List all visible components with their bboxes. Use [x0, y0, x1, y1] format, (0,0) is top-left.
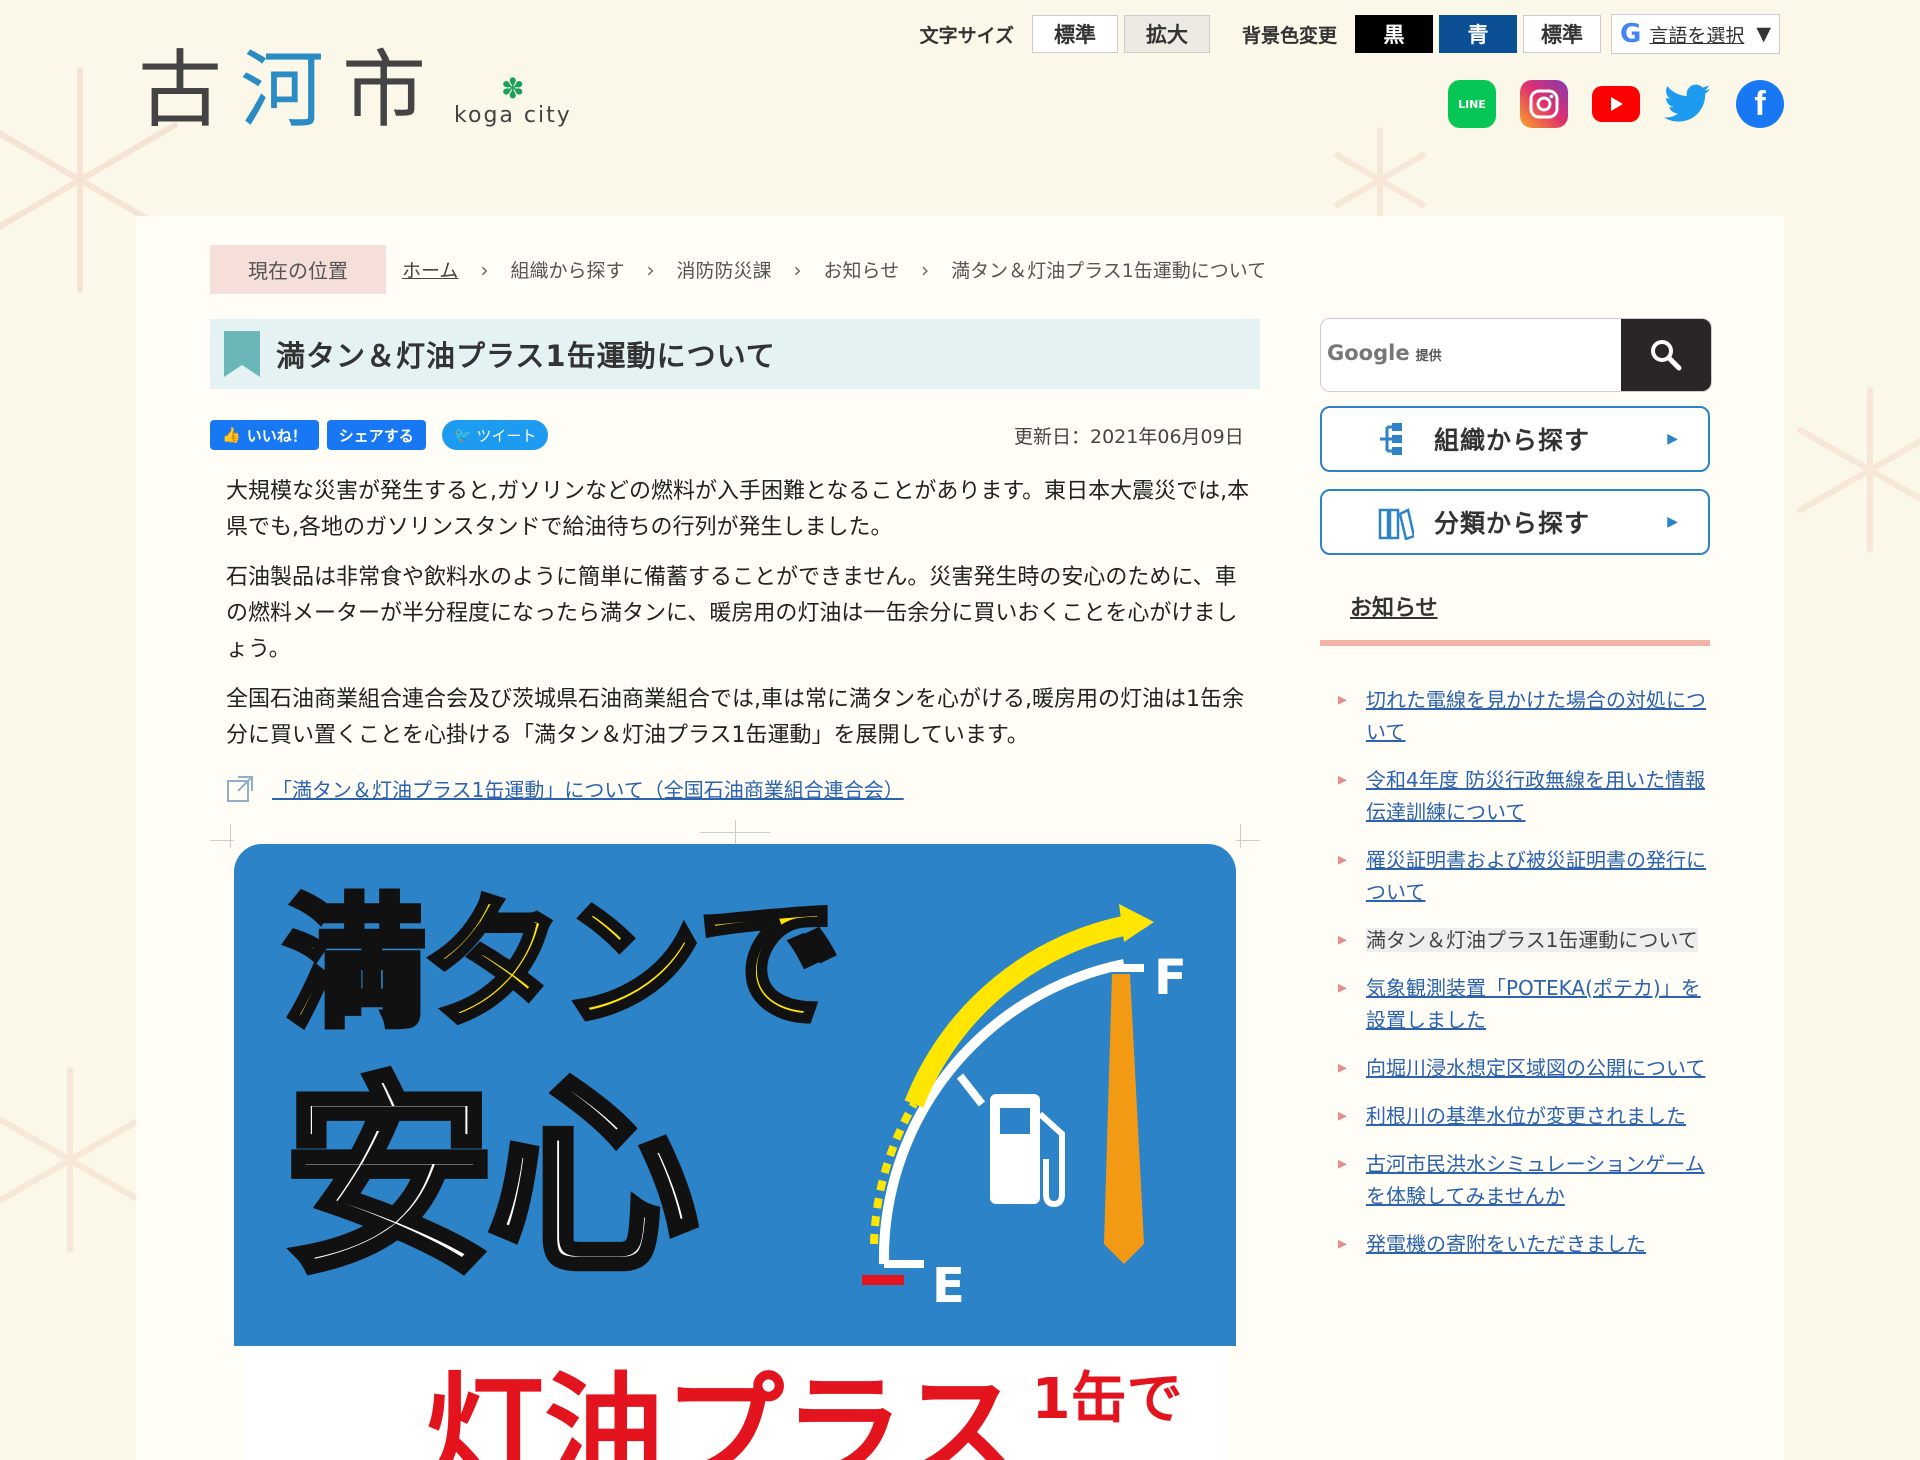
- bookmark-icon: [224, 331, 260, 377]
- chevron-right-icon: ›: [921, 257, 930, 282]
- breadcrumb-home[interactable]: ホーム: [402, 256, 458, 283]
- nav-category-label: 分類から探す: [1434, 509, 1591, 538]
- crop-mark: [735, 820, 736, 844]
- breadcrumb-dept[interactable]: 消防防災課: [676, 256, 771, 283]
- external-link[interactable]: 「満タン＆灯油プラス1缶運動」について（全国石油商業組合連合会）: [226, 774, 904, 803]
- news-item[interactable]: 発電機の寄附をいただきました: [1338, 1228, 1710, 1260]
- poster-subheadline: 灯油プラス 1缶で: [424, 1362, 1183, 1460]
- news-item[interactable]: 切れた電線を見かけた場合の対処について: [1338, 684, 1710, 748]
- external-link-icon: [227, 775, 253, 802]
- instagram-icon[interactable]: [1520, 80, 1568, 128]
- search-input[interactable]: [1321, 319, 1621, 389]
- share-button[interactable]: シェアする: [326, 420, 426, 450]
- fuel-gauge-icon: F E: [862, 904, 1187, 1304]
- logo-text: 古河市: [138, 41, 445, 139]
- news-item[interactable]: 古河市民洪水シミュレーションゲームを体験してみませんか: [1338, 1148, 1710, 1212]
- google-g-icon: G: [1620, 19, 1642, 49]
- twitter-bird-icon: 🐦: [453, 426, 473, 444]
- youtube-icon[interactable]: [1592, 86, 1640, 122]
- bg-standard-button[interactable]: 標準: [1523, 15, 1602, 53]
- font-size-label: 文字サイズ: [919, 24, 1014, 47]
- tweet-button[interactable]: 🐦 ツイート: [441, 420, 549, 450]
- triangle-right-icon: ▶: [1667, 514, 1678, 530]
- chevron-right-icon: ›: [793, 257, 802, 282]
- org-tree-icon: [1380, 423, 1402, 455]
- logo-roman: koga city: [454, 103, 572, 128]
- external-link-text: 「満タン＆灯油プラス1缶運動」について（全国石油商業組合連合会）: [272, 778, 904, 802]
- chevron-right-icon: ›: [480, 257, 489, 282]
- news-section-header: お知らせ: [1320, 576, 1710, 646]
- breadcrumb-current-page: 満タン＆灯油プラス1缶運動について: [951, 260, 1267, 282]
- snowflake-decoration-icon: [1797, 387, 1920, 553]
- thumbs-up-icon: 👍: [222, 426, 241, 444]
- breadcrumb-org[interactable]: 組織から探す: [510, 256, 624, 283]
- breadcrumb-news[interactable]: お知らせ: [823, 256, 899, 283]
- search-icon: [1651, 340, 1682, 371]
- accessibility-toolbar: 文字サイズ 標準 拡大 背景色変更 黒 青 標準 G 言語を選択 ▼: [912, 14, 1780, 54]
- article-body: 大規模な災害が発生すると,ガソリンなどの燃料が入手困難となることがあります。東日…: [226, 474, 1256, 768]
- share-buttons: 👍 いいね！ シェアする 🐦 ツイート: [210, 420, 549, 450]
- page-title-bar: 満タン＆灯油プラス1缶運動について: [210, 319, 1260, 389]
- bg-black-button[interactable]: 黒: [1355, 15, 1434, 53]
- breadcrumb: 現在の位置 ホーム › 組織から探す › 消防防災課 › お知らせ › 満タン＆…: [210, 245, 1266, 294]
- news-item[interactable]: 気象観測装置「POTEKA(ポテカ)」を設置しました: [1338, 972, 1710, 1036]
- bg-color-label: 背景色変更: [1242, 24, 1338, 47]
- poster-headline-2: 安心: [280, 1056, 702, 1301]
- city-emblem-icon: ✽: [501, 72, 525, 105]
- article-paragraph: 大規模な災害が発生すると,ガソリンなどの燃料が入手困難となることがあります。東日…: [226, 479, 1250, 540]
- language-select[interactable]: G 言語を選択 ▼: [1611, 14, 1780, 54]
- page-title: 満タン＆灯油プラス1缶運動について: [276, 339, 776, 373]
- article-paragraph: 全国石油商業組合連合会及び茨城県石油商業組合では,車は常に満タンを心がける,暖房…: [226, 687, 1244, 748]
- nav-org-label: 組織から探す: [1434, 426, 1591, 455]
- site-search: Google 提供: [1320, 318, 1712, 392]
- news-item[interactable]: 向堀川浸水想定区域図の公開について: [1338, 1052, 1710, 1084]
- like-button[interactable]: 👍 いいね！: [210, 420, 319, 450]
- crop-mark: [230, 824, 231, 848]
- news-item-current: 満タン＆灯油プラス1缶運動について: [1338, 924, 1710, 956]
- poster-headline: 満タンで: [281, 882, 843, 1047]
- twitter-icon[interactable]: [1664, 80, 1712, 128]
- updated-date: 更新日：2021年06月09日: [1014, 426, 1244, 448]
- nav-category-button[interactable]: 分類から探す ▶: [1320, 489, 1710, 555]
- news-link[interactable]: 古河市民洪水シミュレーションゲームを体験してみませんか: [1366, 1152, 1705, 1208]
- social-links: LINE f: [1448, 80, 1784, 128]
- news-link[interactable]: 気象観測装置「POTEKA(ポテカ)」を設置しました: [1366, 976, 1701, 1032]
- font-large-button[interactable]: 拡大: [1124, 15, 1210, 53]
- search-button[interactable]: [1621, 319, 1711, 391]
- language-select-label: 言語を選択: [1649, 24, 1745, 47]
- chevron-right-icon: ›: [646, 257, 655, 282]
- crop-mark: [1240, 824, 1241, 848]
- news-link[interactable]: 切れた電線を見かけた場合の対処について: [1366, 688, 1706, 744]
- news-item[interactable]: 令和4年度 防災行政無線を用いた情報伝達訓練について: [1338, 764, 1710, 828]
- article-paragraph: 石油製品は非常食や飲料水のように簡単に備蓄することができません。災害発生時の安心…: [226, 565, 1238, 662]
- news-link[interactable]: 向堀川浸水想定区域図の公開について: [1366, 1056, 1705, 1080]
- campaign-poster-image: 満タンで 安心 F E 灯油プラス 1缶で: [234, 844, 1236, 1460]
- news-link[interactable]: 令和4年度 防災行政無線を用いた情報伝達訓練について: [1366, 768, 1705, 824]
- gauge-full-label: F: [1154, 950, 1187, 1006]
- line-icon[interactable]: LINE: [1448, 80, 1496, 128]
- dropdown-arrow-icon: ▼: [1756, 23, 1771, 45]
- news-link[interactable]: 発電機の寄附をいただきました: [1366, 1232, 1646, 1256]
- bg-blue-button[interactable]: 青: [1439, 15, 1518, 53]
- news-item[interactable]: 利根川の基準水位が変更されました: [1338, 1100, 1710, 1132]
- news-title-link[interactable]: お知らせ: [1350, 590, 1438, 622]
- triangle-right-icon: ▶: [1667, 431, 1678, 447]
- news-link[interactable]: 利根川の基準水位が変更されました: [1366, 1104, 1686, 1128]
- news-list: 切れた電線を見かけた場合の対処について 令和4年度 防災行政無線を用いた情報伝達…: [1338, 684, 1710, 1276]
- news-link[interactable]: 罹災証明書および被災証明書の発行について: [1366, 848, 1706, 904]
- font-standard-button[interactable]: 標準: [1032, 15, 1118, 53]
- books-icon: [1378, 508, 1414, 540]
- facebook-icon[interactable]: f: [1736, 80, 1784, 128]
- gauge-empty-label: E: [932, 1258, 965, 1304]
- news-item[interactable]: 罹災証明書および被災証明書の発行について: [1338, 844, 1710, 908]
- breadcrumb-current-label: 現在の位置: [210, 245, 386, 294]
- site-logo[interactable]: 古河市 ✽ koga city: [138, 48, 572, 132]
- nav-org-button[interactable]: 組織から探す ▶: [1320, 406, 1710, 472]
- news-current-text: 満タン＆灯油プラス1缶運動について: [1366, 928, 1698, 952]
